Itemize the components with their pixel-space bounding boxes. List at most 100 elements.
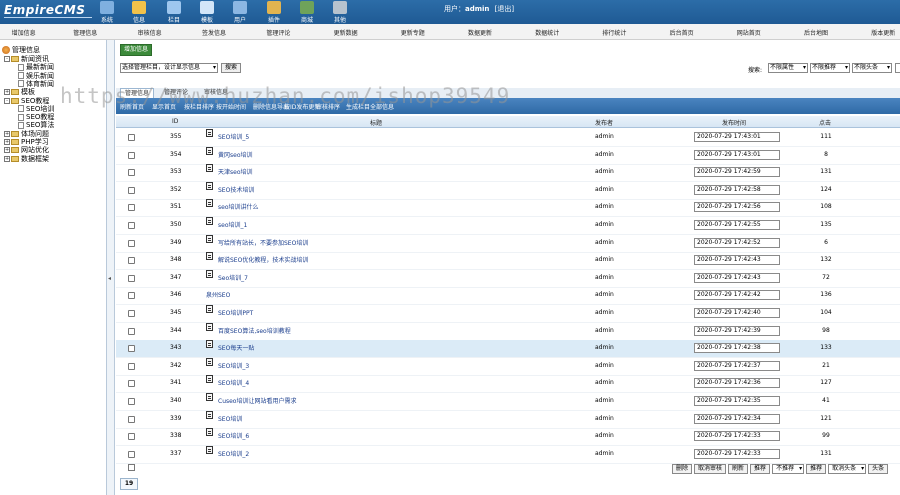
col-author[interactable]: 发布者 xyxy=(595,118,613,127)
row-checkbox[interactable] xyxy=(128,415,135,423)
table-row[interactable]: 355 SEO培训_5 admin 2020-07-29 17:43:01 111 xyxy=(116,129,900,147)
row-checkbox[interactable] xyxy=(128,327,135,335)
table-row[interactable]: 345 SEO培训PPT admin 2020-07-29 17:42:40 104 xyxy=(116,305,900,323)
menu-item[interactable]: 数据统计 xyxy=(535,28,559,37)
row-checkbox[interactable] xyxy=(128,239,135,247)
row-title[interactable]: 解说SEO优化教程，技术实战培训 xyxy=(206,252,308,264)
table-row[interactable]: 337 SEO培训_2 admin 2020-07-29 17:42:33 131 xyxy=(116,445,900,464)
tab-2[interactable]: 审核信息 xyxy=(200,88,232,98)
row-checkbox[interactable] xyxy=(128,292,135,300)
row-title[interactable]: 写给所有站长，不要参加SEO培训 xyxy=(206,234,308,247)
table-row[interactable]: 341 SEO培训_4 admin 2020-07-29 17:42:36 127 xyxy=(116,375,900,394)
row-title[interactable]: 泉州SEO xyxy=(206,290,230,299)
topnav-2[interactable]: 栏目 xyxy=(159,0,189,24)
col-time[interactable]: 发布时间 xyxy=(722,118,746,127)
row-title-link[interactable]: SEO培训 xyxy=(218,414,242,423)
toolbar-link[interactable]: 显示首页 xyxy=(152,102,176,111)
row-time-field[interactable]: 2020-07-29 17:42:33 xyxy=(694,431,780,442)
row-checkbox[interactable] xyxy=(128,310,135,317)
table-row[interactable]: 346 泉州SEO admin 2020-07-29 17:42:42 136 xyxy=(116,287,900,306)
expand-icon[interactable]: + xyxy=(4,130,10,137)
row-time-field[interactable]: 2020-07-29 17:42:42 xyxy=(694,290,780,301)
logout-link[interactable]: [退出] xyxy=(495,5,514,13)
toolbar-link[interactable]: 按ID发布更新 xyxy=(284,102,320,111)
row-checkbox[interactable] xyxy=(128,151,135,159)
tab-1[interactable]: 管理评论 xyxy=(160,88,192,98)
row-time-field[interactable]: 2020-07-29 17:42:36 xyxy=(694,378,780,389)
row-title[interactable]: SEO培训 xyxy=(206,410,242,423)
row-title-link[interactable]: Seo培训_7 xyxy=(218,273,248,282)
toolbar-link[interactable]: 按栏目排序 xyxy=(184,102,214,111)
row-time-field[interactable]: 2020-07-29 17:42:40 xyxy=(694,308,780,318)
collapse-icon[interactable]: - xyxy=(4,56,10,62)
bulk-action-button[interactable]: 取消头条 xyxy=(828,464,867,474)
attribute-dropdown[interactable]: 不限属性 xyxy=(768,63,808,73)
row-title-link[interactable]: SEO技术培训 xyxy=(218,185,254,194)
row-checkbox[interactable] xyxy=(128,433,135,441)
topnav-3[interactable]: 模板 xyxy=(192,0,222,24)
sidebar-splitter[interactable]: ◂ xyxy=(106,40,115,495)
row-title[interactable]: SEO每天一贴 xyxy=(206,340,254,352)
row-time-field[interactable]: 2020-07-29 17:42:52 xyxy=(694,237,780,248)
tree-item[interactable]: + 数据框架 xyxy=(4,154,49,164)
bulk-action-button[interactable]: 删除 xyxy=(672,464,693,474)
table-row[interactable]: 344 百度SEO算法,seo培训教程 admin 2020-07-29 17:42:… xyxy=(116,322,900,341)
row-checkbox[interactable] xyxy=(128,274,135,282)
row-time-field[interactable]: 2020-07-29 17:42:33 xyxy=(694,448,780,459)
row-checkbox[interactable] xyxy=(128,380,135,388)
menu-item[interactable]: 后台首页 xyxy=(670,28,694,37)
row-checkbox[interactable] xyxy=(128,222,135,229)
topnav-1[interactable]: 信息 xyxy=(124,0,154,24)
table-row[interactable]: 343 SEO每天一贴 admin 2020-07-29 17:42:38 133 xyxy=(116,340,900,359)
collapse-icon[interactable]: - xyxy=(4,97,10,104)
row-checkbox[interactable] xyxy=(128,169,135,177)
collapse-arrow-icon[interactable]: ◂ xyxy=(108,275,111,282)
menu-item[interactable]: 审核信息 xyxy=(138,28,162,37)
col-title[interactable]: 标题 xyxy=(370,118,382,127)
row-title-link[interactable]: SEO培训_4 xyxy=(218,378,249,387)
table-row[interactable]: 349 写给所有站长，不要参加SEO培训 admin 2020-07-29 17:42… xyxy=(116,234,900,253)
row-time-field[interactable]: 2020-07-29 17:42:55 xyxy=(694,220,780,230)
search-input[interactable] xyxy=(895,63,900,73)
row-checkbox[interactable] xyxy=(128,450,135,458)
row-time-field[interactable]: 2020-07-29 17:42:35 xyxy=(694,396,780,406)
row-time-field[interactable]: 2020-07-29 17:42:34 xyxy=(694,413,780,424)
menu-item[interactable]: 后台地图 xyxy=(804,28,828,37)
menu-item[interactable]: 版本更新 xyxy=(871,28,895,37)
menu-item[interactable]: 签发信息 xyxy=(202,28,226,37)
table-row[interactable]: 351 seo培训讲什么 admin 2020-07-29 17:42:56 108 xyxy=(116,199,900,218)
row-title-link[interactable]: 写给所有站长，不要参加SEO培训 xyxy=(218,238,308,247)
bulk-action-button[interactable]: 头条 xyxy=(868,464,889,474)
expand-icon[interactable]: + xyxy=(4,89,10,96)
row-title[interactable]: 黄冈seo培训 xyxy=(206,146,253,159)
expand-icon[interactable]: + xyxy=(4,139,10,145)
row-checkbox[interactable] xyxy=(128,362,135,370)
bulk-action-button[interactable]: 刷新 xyxy=(728,464,749,474)
bulk-action-button[interactable]: 推荐 xyxy=(750,464,771,474)
row-title[interactable]: 百度SEO算法,seo培训教程 xyxy=(206,322,291,335)
select-all-checkbox[interactable] xyxy=(128,464,135,471)
row-title-link[interactable]: SEO培训_2 xyxy=(218,449,249,458)
row-checkbox[interactable] xyxy=(128,134,135,141)
row-title[interactable]: Seo培训_7 xyxy=(206,269,248,282)
table-row[interactable]: 339 SEO培训 admin 2020-07-29 17:42:34 121 xyxy=(116,410,900,429)
row-title[interactable]: Cuseo培训让网站看用户需求 xyxy=(206,393,296,405)
row-checkbox[interactable] xyxy=(128,398,135,405)
row-title-link[interactable]: SEO培训_5 xyxy=(218,132,249,141)
row-time-field[interactable]: 2020-07-29 17:42:37 xyxy=(694,360,780,371)
row-title[interactable]: seo培训_1 xyxy=(206,217,247,229)
row-checkbox[interactable] xyxy=(128,257,135,265)
row-title-link[interactable]: SEO每天一贴 xyxy=(218,343,254,352)
menu-item[interactable]: 管理评论 xyxy=(266,28,290,37)
row-title-link[interactable]: 解说SEO优化教程，技术实战培训 xyxy=(218,255,308,264)
bulk-action-button[interactable]: 取消审核 xyxy=(694,464,727,474)
toolbar-link[interactable]: 按开始时间 xyxy=(216,102,246,111)
menu-item[interactable]: 数据更新 xyxy=(468,28,492,37)
row-title-link[interactable]: 天津seo培训 xyxy=(218,167,253,176)
table-row[interactable]: 338 SEO培训_6 admin 2020-07-29 17:42:33 99 xyxy=(116,428,900,447)
row-title[interactable]: 天津seo培训 xyxy=(206,164,253,176)
add-info-button[interactable]: 增加信息 xyxy=(120,44,153,56)
headline-dropdown[interactable]: 不限头条 xyxy=(852,63,892,73)
row-time-field[interactable]: 2020-07-29 17:42:43 xyxy=(694,272,780,283)
menu-item[interactable]: 网站首页 xyxy=(737,28,761,37)
